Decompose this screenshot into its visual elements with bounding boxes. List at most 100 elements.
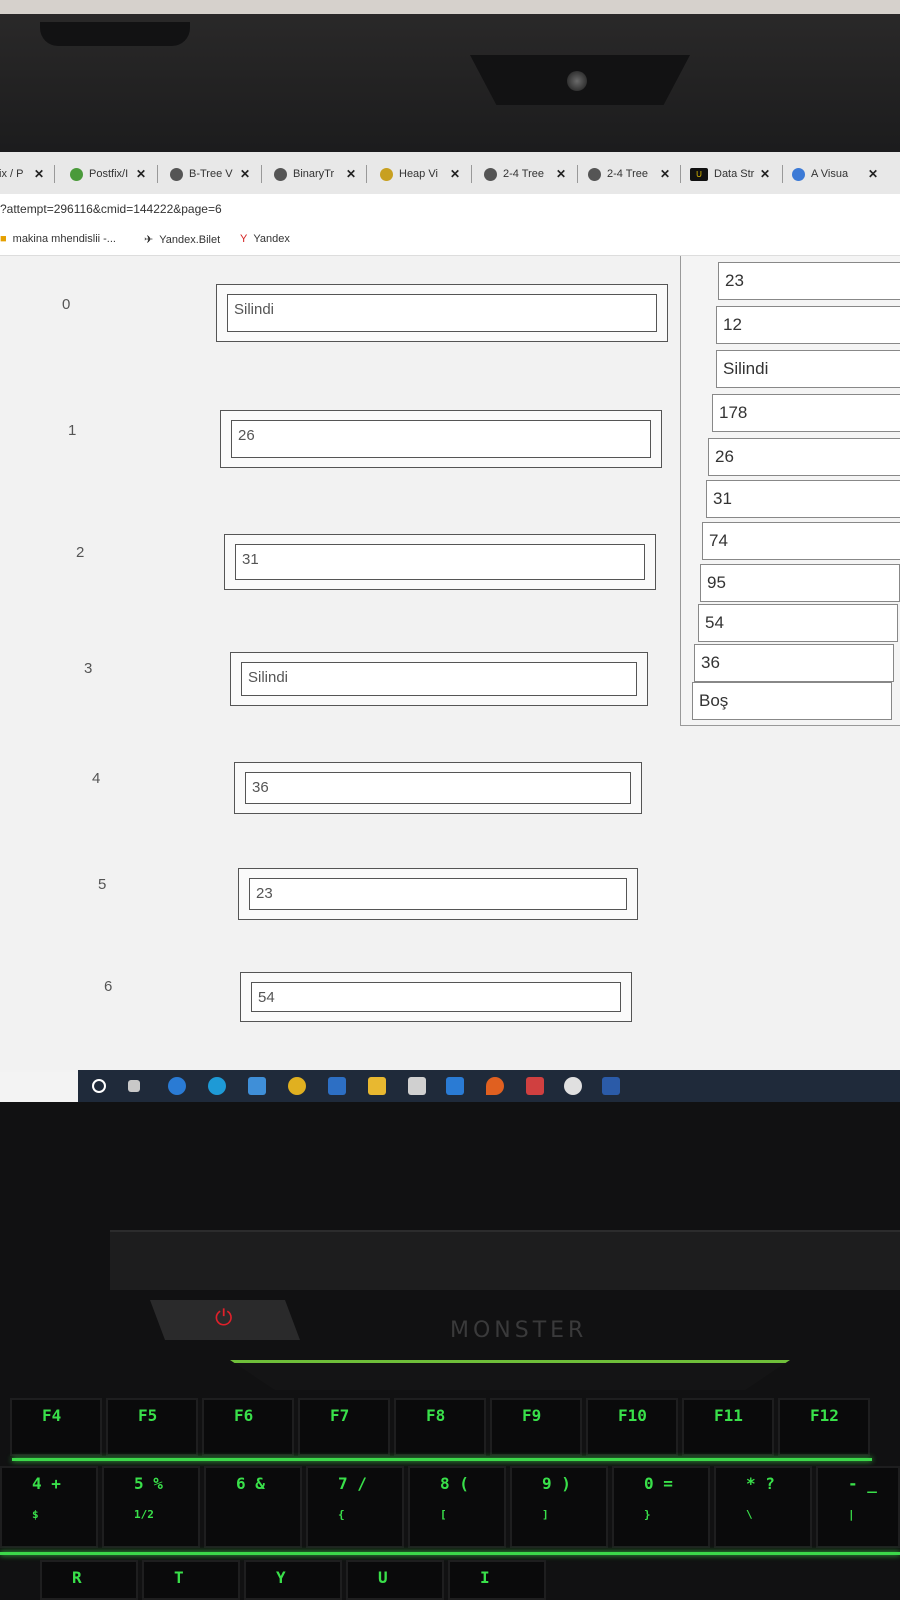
close-icon[interactable]: ✕ <box>346 167 356 181</box>
close-icon[interactable]: ✕ <box>136 167 146 181</box>
key-f10[interactable]: F10 <box>586 1398 678 1456</box>
draggable-option[interactable]: 95 <box>700 564 900 602</box>
drop-zone[interactable]: 31 <box>224 534 656 590</box>
drop-zone[interactable]: 36 <box>234 762 642 814</box>
answer-field[interactable]: Silindi <box>227 294 657 332</box>
edge-icon[interactable] <box>208 1077 226 1095</box>
address-bar[interactable]: ?attempt=296116&cmid=144222&page=6 <box>0 194 900 224</box>
folder-icon[interactable] <box>368 1077 386 1095</box>
key-0[interactable]: 0 =} <box>612 1466 710 1548</box>
tab-label: 2-4 Tree <box>503 168 544 180</box>
draggable-option[interactable]: Boş <box>692 682 892 720</box>
mail-icon[interactable] <box>446 1077 464 1095</box>
close-icon[interactable]: ✕ <box>760 167 770 181</box>
key-y[interactable]: Y <box>244 1560 342 1600</box>
leaf-icon <box>70 167 83 181</box>
drop-zone[interactable]: Silindi <box>216 284 668 342</box>
key-f12[interactable]: F12 <box>778 1398 870 1456</box>
answer-field[interactable]: 26 <box>231 420 651 458</box>
key-7[interactable]: 7 / { <box>306 1466 404 1548</box>
draggable-option[interactable]: 31 <box>706 480 900 518</box>
answer-field[interactable]: 36 <box>245 772 631 804</box>
search-icon[interactable] <box>92 1079 106 1093</box>
key-f8[interactable]: F8 <box>394 1398 486 1456</box>
bookmark-item[interactable]: ✈ Yandex.Bilet <box>144 233 220 247</box>
word-icon[interactable] <box>602 1077 620 1095</box>
bookmark-item[interactable]: ■ makina mhendislii -... <box>0 233 116 245</box>
key-asterisk[interactable]: * ? \ <box>714 1466 812 1548</box>
key-t[interactable]: T <box>142 1560 240 1600</box>
browser-tab[interactable]: fix / P ✕ <box>0 162 48 186</box>
key-6[interactable]: 6 & <box>204 1466 302 1548</box>
close-icon[interactable]: ✕ <box>868 167 878 181</box>
key-backlight <box>0 1552 900 1555</box>
key-minus[interactable]: - _ | <box>816 1466 900 1548</box>
browser-tab[interactable]: 2-4 Tree ✕ <box>484 162 570 186</box>
ie-icon[interactable] <box>168 1077 186 1095</box>
drop-zone[interactable]: Silindi <box>230 652 648 706</box>
key-9[interactable]: 9 )] <box>510 1466 608 1548</box>
task-view-icon[interactable] <box>128 1080 140 1092</box>
close-icon[interactable]: ✕ <box>450 167 460 181</box>
app-icon[interactable] <box>328 1077 346 1095</box>
close-icon[interactable]: ✕ <box>660 167 670 181</box>
draggable-option[interactable]: Silindi <box>716 350 900 388</box>
power-icon[interactable]: ⏻ <box>215 1305 232 1331</box>
browser-tab[interactable]: Postfix/I ✕ <box>70 162 150 186</box>
app-icon[interactable] <box>248 1077 266 1095</box>
key-8[interactable]: 8 ([ <box>408 1466 506 1548</box>
browser-tab[interactable]: Heap Vi ✕ <box>380 162 464 186</box>
tab-divider <box>680 165 681 183</box>
tab-divider <box>577 165 578 183</box>
key-label: F4 <box>42 1406 62 1425</box>
draggable-option[interactable]: 23 <box>718 262 900 300</box>
tab-label: BinaryTr <box>293 168 335 180</box>
background-wall <box>0 0 900 14</box>
browser-tab[interactable]: U Data Str ✕ <box>690 162 774 186</box>
draggable-option[interactable]: 12 <box>716 306 900 344</box>
draggable-option[interactable]: 54 <box>698 604 898 642</box>
drop-zone[interactable]: 23 <box>238 868 638 920</box>
close-icon[interactable]: ✕ <box>240 167 250 181</box>
answer-field[interactable]: 23 <box>249 878 627 910</box>
app-icon[interactable] <box>526 1077 544 1095</box>
key-label: 9 ) <box>542 1474 571 1493</box>
itunes-icon[interactable] <box>564 1077 582 1095</box>
browser-tab[interactable]: BinaryTr ✕ <box>274 162 360 186</box>
store-icon[interactable] <box>408 1077 426 1095</box>
key-f7[interactable]: F7 <box>298 1398 390 1456</box>
draggable-option[interactable]: 26 <box>708 438 900 476</box>
key-f9[interactable]: F9 <box>490 1398 582 1456</box>
browser-tab[interactable]: B-Tree V ✕ <box>170 162 254 186</box>
tab-label: 2-4 Tree <box>607 168 648 180</box>
key-f11[interactable]: F11 <box>682 1398 774 1456</box>
key-f6[interactable]: F6 <box>202 1398 294 1456</box>
bookmark-item[interactable]: Y Yandex <box>240 233 290 245</box>
close-icon[interactable]: ✕ <box>34 167 44 181</box>
key-i[interactable]: I <box>448 1560 546 1600</box>
key-5[interactable]: 5 % 1/2 <box>102 1466 200 1548</box>
tab-divider <box>366 165 367 183</box>
key-label: F6 <box>234 1406 254 1425</box>
key-f4[interactable]: F4 <box>10 1398 102 1456</box>
draggable-option[interactable]: 36 <box>694 644 894 682</box>
drop-zone[interactable]: 26 <box>220 410 662 468</box>
key-r[interactable]: R <box>40 1560 138 1600</box>
laptop-hinge <box>110 1230 900 1290</box>
chrome-icon[interactable] <box>288 1077 306 1095</box>
key-u[interactable]: U <box>346 1560 444 1600</box>
browser-tab[interactable]: A Visua ✕ <box>792 162 882 186</box>
key-f5[interactable]: F5 <box>106 1398 198 1456</box>
bookmark-label: Yandex <box>253 233 290 245</box>
answer-field[interactable]: 54 <box>251 982 621 1012</box>
draggable-option[interactable]: 74 <box>702 522 900 560</box>
tab-divider <box>471 165 472 183</box>
browser-tab[interactable]: 2-4 Tree ✕ <box>588 162 674 186</box>
draggable-option[interactable]: 178 <box>712 394 900 432</box>
drop-zone[interactable]: 54 <box>240 972 632 1022</box>
answer-field[interactable]: 31 <box>235 544 645 580</box>
close-icon[interactable]: ✕ <box>556 167 566 181</box>
answer-field[interactable]: Silindi <box>241 662 637 696</box>
key-4[interactable]: 4 + $ <box>0 1466 98 1548</box>
app-icon[interactable] <box>486 1077 504 1095</box>
